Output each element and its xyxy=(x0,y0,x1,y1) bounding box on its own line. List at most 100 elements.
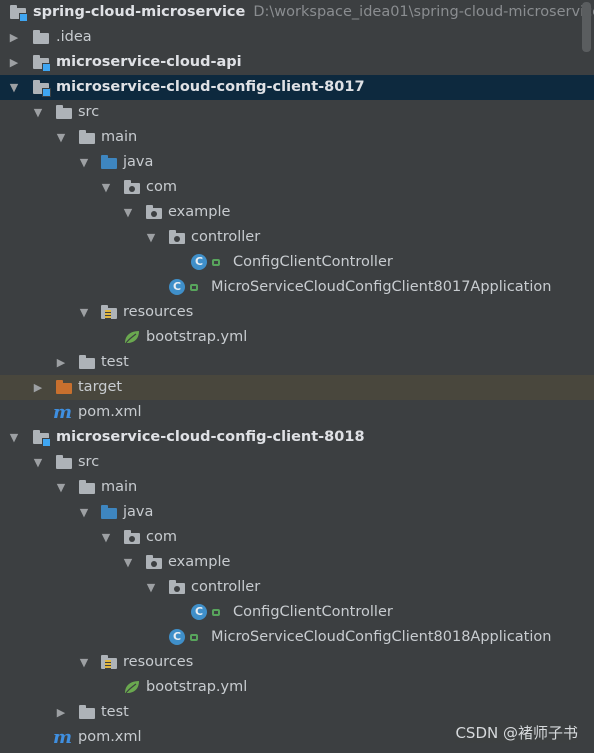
tree-row-main[interactable]: ▼ main xyxy=(0,125,594,150)
chevron-right-icon[interactable]: ▶ xyxy=(6,50,22,75)
tree-row-example[interactable]: ▼ example xyxy=(0,200,594,225)
chevron-down-icon[interactable]: ▼ xyxy=(76,500,92,525)
source-folder-icon xyxy=(101,505,117,520)
tree-row-com[interactable]: ▼ com xyxy=(0,525,594,550)
tree-label: example xyxy=(168,204,231,220)
chevron-down-icon[interactable]: ▼ xyxy=(76,150,92,175)
tree-label: main xyxy=(101,479,138,495)
tree-row-api-module[interactable]: ▶ microservice-cloud-api xyxy=(0,50,594,75)
chevron-down-icon[interactable]: ▼ xyxy=(120,200,136,225)
chevron-down-icon[interactable]: ▼ xyxy=(98,525,114,550)
tree-row-target[interactable]: ▶ target xyxy=(0,375,594,400)
tree-label: microservice-cloud-config-client-8018 xyxy=(56,429,365,445)
tree-label: controller xyxy=(191,229,261,245)
folder-icon xyxy=(33,30,49,45)
project-root-name: spring-cloud-microservice xyxy=(33,4,246,20)
project-tree: spring-cloud-microservice D:\workspace_id… xyxy=(0,0,594,750)
chevron-down-icon[interactable]: ▼ xyxy=(143,575,159,600)
tree-label: ConfigClientController xyxy=(233,254,393,270)
tree-row-client-8017[interactable]: ▼ microservice-cloud-config-client-8017 xyxy=(0,75,594,100)
tree-label: src xyxy=(78,104,100,120)
tree-row-test[interactable]: ▶ test xyxy=(0,350,594,375)
resources-folder-icon xyxy=(101,655,117,670)
chevron-down-icon[interactable]: ▼ xyxy=(98,175,114,200)
tree-row-client-8018[interactable]: ▼ microservice-cloud-config-client-8018 xyxy=(0,425,594,450)
tree-row-main[interactable]: ▼ main xyxy=(0,475,594,500)
tree-label: MicroServiceCloudConfigClient8017Applica… xyxy=(211,279,552,295)
tree-row-resources[interactable]: ▼ resources xyxy=(0,650,594,675)
package-icon xyxy=(146,205,162,220)
spring-boot-class-icon: C xyxy=(169,629,185,645)
chevron-down-icon[interactable]: ▼ xyxy=(30,450,46,475)
tree-label: bootstrap.yml xyxy=(146,679,248,695)
chevron-down-icon[interactable]: ▼ xyxy=(6,425,22,450)
folder-icon xyxy=(79,130,95,145)
tree-row-pom[interactable]: m pom.xml xyxy=(0,400,594,425)
resources-folder-icon xyxy=(101,305,117,320)
chevron-down-icon[interactable]: ▼ xyxy=(120,550,136,575)
chevron-down-icon[interactable]: ▼ xyxy=(6,75,22,100)
chevron-right-icon[interactable]: ▶ xyxy=(53,700,69,725)
tree-row-src[interactable]: ▼ src xyxy=(0,450,594,475)
folder-icon xyxy=(56,105,72,120)
tree-row-java[interactable]: ▼ java xyxy=(0,500,594,525)
tree-label: src xyxy=(78,454,100,470)
tree-label: microservice-cloud-api xyxy=(56,54,242,70)
chevron-down-icon[interactable]: ▼ xyxy=(30,100,46,125)
tree-row-java[interactable]: ▼ java xyxy=(0,150,594,175)
tree-label: test xyxy=(101,354,129,370)
vertical-scrollbar[interactable] xyxy=(582,2,591,52)
folder-icon xyxy=(56,455,72,470)
tree-row-example[interactable]: ▼ example xyxy=(0,550,594,575)
folder-icon xyxy=(79,355,95,370)
chevron-right-icon[interactable]: ▶ xyxy=(6,25,22,50)
folder-icon xyxy=(79,480,95,495)
tree-row-app-8018[interactable]: C MicroServiceCloudConfigClient8018Appli… xyxy=(0,625,594,650)
chevron-down-icon[interactable]: ▼ xyxy=(143,225,159,250)
chevron-right-icon[interactable]: ▶ xyxy=(30,375,46,400)
tree-row-src[interactable]: ▼ src xyxy=(0,100,594,125)
module-folder-icon xyxy=(10,5,28,22)
tree-label: controller xyxy=(191,579,261,595)
tree-row-config-client-controller[interactable]: C ConfigClientController xyxy=(0,250,594,275)
tree-label: main xyxy=(101,129,138,145)
tree-row-bootstrap[interactable]: bootstrap.yml xyxy=(0,675,594,700)
tree-row-controller[interactable]: ▼ controller xyxy=(0,225,594,250)
maven-icon: m xyxy=(53,727,73,748)
spring-leaf-icon xyxy=(125,331,139,344)
tree-row-controller[interactable]: ▼ controller xyxy=(0,575,594,600)
tree-label: bootstrap.yml xyxy=(146,329,248,345)
tree-row-resources[interactable]: ▼ resources xyxy=(0,300,594,325)
package-icon xyxy=(169,580,185,595)
folder-icon xyxy=(79,705,95,720)
chevron-down-icon[interactable]: ▼ xyxy=(53,475,69,500)
tree-label: .idea xyxy=(56,29,92,45)
tree-row-project-root[interactable]: spring-cloud-microservice D:\workspace_id… xyxy=(0,0,594,25)
module-folder-icon xyxy=(33,80,51,97)
tree-label: target xyxy=(78,379,123,395)
tree-label: resources xyxy=(123,304,194,320)
tree-row-config-client-controller[interactable]: C ConfigClientController xyxy=(0,600,594,625)
tree-row-idea[interactable]: ▶ .idea xyxy=(0,25,594,50)
package-icon xyxy=(124,180,140,195)
tree-label: ConfigClientController xyxy=(233,604,393,620)
watermark: CSDN @褚师子书 xyxy=(455,722,578,743)
chevron-down-icon[interactable]: ▼ xyxy=(76,650,92,675)
tree-row-com[interactable]: ▼ com xyxy=(0,175,594,200)
tree-label: java xyxy=(123,504,154,520)
chevron-down-icon[interactable]: ▼ xyxy=(53,125,69,150)
chevron-right-icon[interactable]: ▶ xyxy=(53,350,69,375)
spring-boot-class-icon: C xyxy=(169,279,185,295)
lock-icon xyxy=(190,284,198,291)
module-folder-icon xyxy=(33,55,51,72)
tree-label: test xyxy=(101,704,129,720)
module-folder-icon xyxy=(33,430,51,447)
chevron-down-icon[interactable]: ▼ xyxy=(76,300,92,325)
maven-icon: m xyxy=(53,402,73,423)
tree-row-bootstrap[interactable]: bootstrap.yml xyxy=(0,325,594,350)
lock-icon xyxy=(190,634,198,641)
excluded-folder-icon xyxy=(56,380,72,395)
tree-row-app-8017[interactable]: C MicroServiceCloudConfigClient8017Appli… xyxy=(0,275,594,300)
lock-icon xyxy=(212,609,220,616)
tree-label: resources xyxy=(123,654,194,670)
